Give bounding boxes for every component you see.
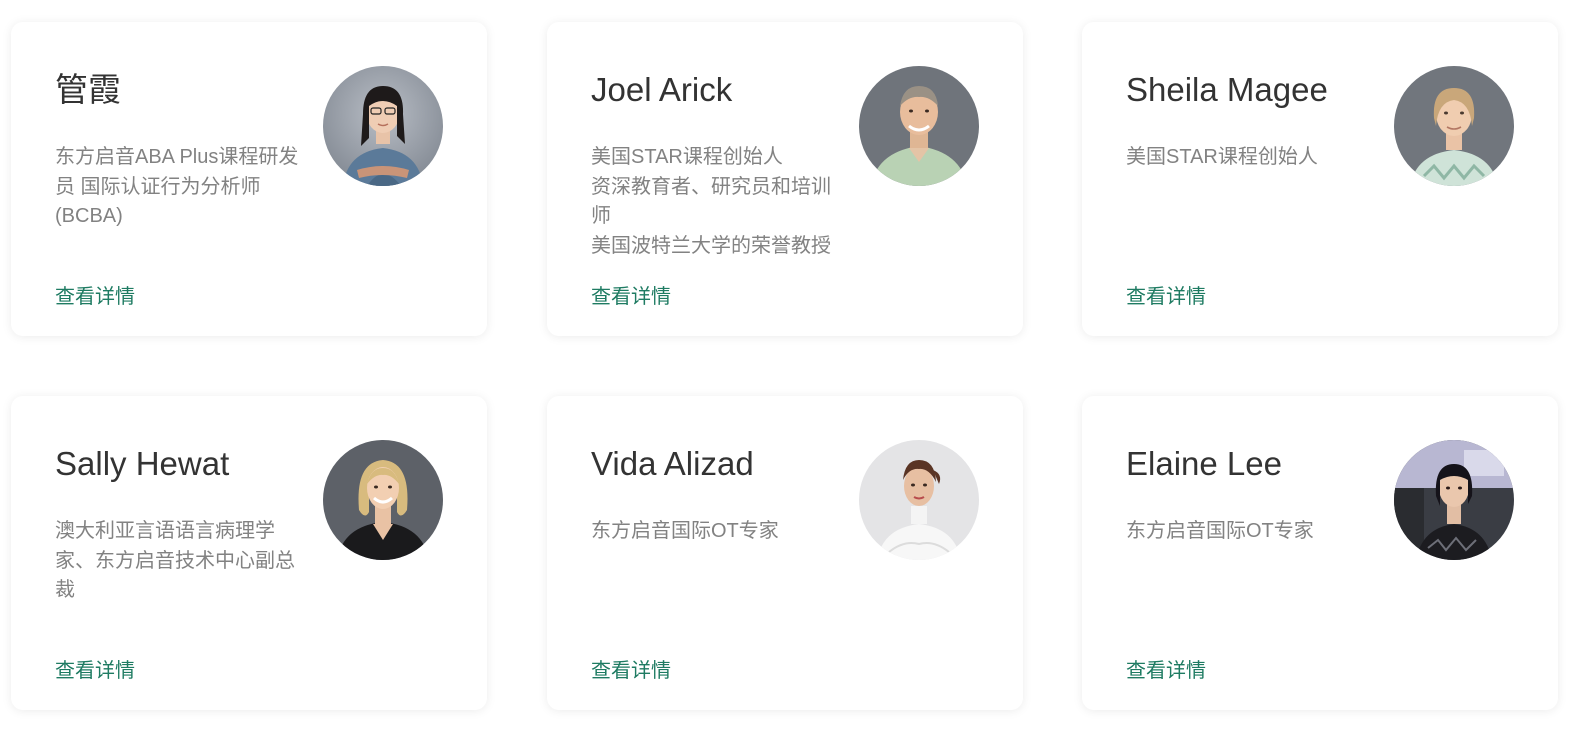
- expert-description: 美国STAR课程创始人 资深教育者、研究员和培训师 美国波特兰大学的荣誉教授: [591, 146, 831, 257]
- person-photo-icon: [323, 440, 443, 560]
- avatar: [323, 66, 443, 186]
- expert-card: Joel Arick 美国STAR课程创始人 资深教育者、研究员和培训师 美国波…: [547, 22, 1023, 336]
- expert-name: Sheila Magee: [1126, 71, 1328, 108]
- expert-name: Elaine Lee: [1126, 445, 1282, 482]
- view-details-link[interactable]: 查看详情: [1126, 284, 1206, 310]
- expert-name: 管霞: [55, 71, 121, 108]
- person-photo-icon: [323, 66, 443, 186]
- expert-card: Elaine Lee 东方启音国际OT专家 查看详情: [1082, 396, 1558, 710]
- expert-card: Sheila Magee 美国STAR课程创始人 查看详情: [1082, 22, 1558, 336]
- expert-description: 澳大利亚言语语言病理学家、东方启音技术中心副总裁: [55, 520, 295, 601]
- expert-description: 美国STAR课程创始人: [1126, 146, 1318, 168]
- expert-name: Vida Alizad: [591, 445, 754, 482]
- person-photo-icon: [859, 66, 979, 186]
- view-details-link[interactable]: 查看详情: [55, 284, 135, 310]
- avatar: [1394, 66, 1514, 186]
- expert-description: 东方启音ABA Plus课程研发员 国际认证行为分析师(BCBA): [55, 146, 299, 227]
- avatar: [859, 440, 979, 560]
- view-details-link[interactable]: 查看详情: [591, 658, 671, 684]
- expert-description: 东方启音国际OT专家: [591, 520, 779, 542]
- person-photo-icon: [1394, 440, 1514, 560]
- view-details-link[interactable]: 查看详情: [55, 658, 135, 684]
- expert-card: Vida Alizad 东方启音国际OT专家 查看详情: [547, 396, 1023, 710]
- view-details-link[interactable]: 查看详情: [591, 284, 671, 310]
- expert-card: 管霞 东方启音ABA Plus课程研发员 国际认证行为分析师(BCBA) 查看详…: [11, 22, 487, 336]
- avatar: [859, 66, 979, 186]
- person-photo-icon: [859, 440, 979, 560]
- expert-description: 东方启音国际OT专家: [1126, 520, 1314, 542]
- expert-card-grid: 管霞 东方启音ABA Plus课程研发员 国际认证行为分析师(BCBA) 查看详…: [0, 0, 1581, 732]
- avatar: [323, 440, 443, 560]
- expert-name: Sally Hewat: [55, 445, 230, 482]
- expert-card: Sally Hewat 澳大利亚言语语言病理学家、东方启音技术中心副总裁 查看详…: [11, 396, 487, 710]
- person-photo-icon: [1394, 66, 1514, 186]
- avatar: [1394, 440, 1514, 560]
- view-details-link[interactable]: 查看详情: [1126, 658, 1206, 684]
- expert-name: Joel Arick: [591, 71, 733, 108]
